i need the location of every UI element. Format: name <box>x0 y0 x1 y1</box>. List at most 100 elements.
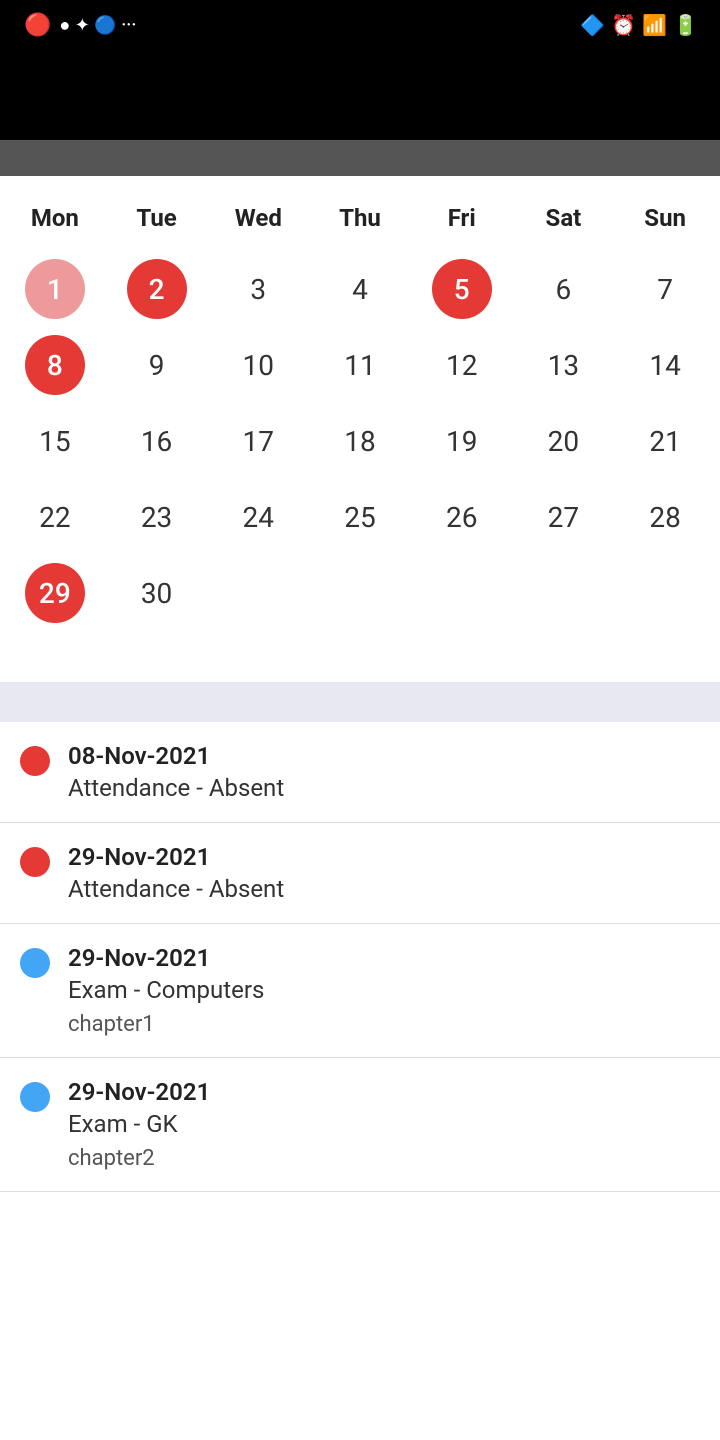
cal-day-empty <box>533 563 593 623</box>
cal-day-21[interactable]: 21 <box>635 411 695 471</box>
cal-cell <box>207 558 309 628</box>
event-date-0: 08-Nov-2021 <box>68 742 284 770</box>
event-dot-blue <box>20 948 50 978</box>
calendar-grid: 1234567891011121314151617181920212223242… <box>0 250 720 632</box>
event-title-1: Attendance - Absent <box>68 875 284 903</box>
cal-cell: 2 <box>106 254 208 324</box>
bluetooth-icon: 🔷 <box>580 13 605 37</box>
cal-day-14[interactable]: 14 <box>635 335 695 395</box>
cal-cell: 12 <box>411 330 513 400</box>
cal-day-empty <box>432 563 492 623</box>
cal-day-11[interactable]: 11 <box>330 335 390 395</box>
cal-day-22[interactable]: 22 <box>25 487 85 547</box>
cal-cell: 22 <box>4 482 106 552</box>
cal-day-23[interactable]: 23 <box>127 487 187 547</box>
cal-day-2[interactable]: 2 <box>127 259 187 319</box>
cal-day-empty <box>228 563 288 623</box>
cal-cell: 29 <box>4 558 106 628</box>
battery-icon: 🔋 <box>673 13 698 37</box>
status-left: 🔴 ● ✦ 🔵 ··· <box>16 13 137 38</box>
cal-cell: 9 <box>106 330 208 400</box>
cal-day-5[interactable]: 5 <box>432 259 492 319</box>
cal-cell: 27 <box>513 482 615 552</box>
day-headers-row: MonTueWedThuFriSatSun <box>0 186 720 250</box>
cal-day-27[interactable]: 27 <box>533 487 593 547</box>
cal-day-8[interactable]: 8 <box>25 335 85 395</box>
cal-cell: 30 <box>106 558 208 628</box>
month-header <box>0 140 720 176</box>
cal-day-4[interactable]: 4 <box>330 259 390 319</box>
cal-day-1[interactable]: 1 <box>25 259 85 319</box>
cal-cell: 16 <box>106 406 208 476</box>
event-title-2: Exam - Computers <box>68 976 264 1004</box>
day-header-sat: Sat <box>513 196 615 240</box>
cal-cell <box>513 558 615 628</box>
cal-day-20[interactable]: 20 <box>533 411 593 471</box>
events-list: 08-Nov-2021Attendance - Absent29-Nov-202… <box>0 722 720 1192</box>
cal-day-12[interactable]: 12 <box>432 335 492 395</box>
event-dot-blue <box>20 1082 50 1112</box>
cal-day-24[interactable]: 24 <box>228 487 288 547</box>
signal-bars: 📶 <box>642 13 667 37</box>
event-info-3: 29-Nov-2021Exam - GKchapter2 <box>68 1078 210 1171</box>
event-date-1: 29-Nov-2021 <box>68 843 284 871</box>
cal-day-29[interactable]: 29 <box>25 563 85 623</box>
cal-cell: 25 <box>309 482 411 552</box>
event-item-2[interactable]: 29-Nov-2021Exam - Computerschapter1 <box>0 924 720 1058</box>
calendar-container: MonTueWedThuFriSatSun 123456789101112131… <box>0 176 720 652</box>
events-date-header <box>0 682 720 722</box>
cal-cell: 10 <box>207 330 309 400</box>
cal-day-13[interactable]: 13 <box>533 335 593 395</box>
cal-day-16[interactable]: 16 <box>127 411 187 471</box>
cal-day-17[interactable]: 17 <box>228 411 288 471</box>
event-title-0: Attendance - Absent <box>68 774 284 802</box>
cal-cell: 23 <box>106 482 208 552</box>
cal-cell: 6 <box>513 254 615 324</box>
event-item-1[interactable]: 29-Nov-2021 Attendance - Absent <box>0 823 720 924</box>
cal-cell: 5 <box>411 254 513 324</box>
event-info-0: 08-Nov-2021 Attendance - Absent <box>68 742 284 802</box>
day-header-sun: Sun <box>614 196 716 240</box>
cal-day-26[interactable]: 26 <box>432 487 492 547</box>
event-dot-red <box>20 746 50 776</box>
cal-cell: 4 <box>309 254 411 324</box>
event-item-0[interactable]: 08-Nov-2021 Attendance - Absent <box>0 722 720 823</box>
day-header-thu: Thu <box>309 196 411 240</box>
cal-cell: 15 <box>4 406 106 476</box>
cal-day-10[interactable]: 10 <box>228 335 288 395</box>
cal-day-7[interactable]: 7 <box>635 259 695 319</box>
cal-day-25[interactable]: 25 <box>330 487 390 547</box>
cal-day-15[interactable]: 15 <box>25 411 85 471</box>
cal-day-empty <box>330 563 390 623</box>
cal-cell: 8 <box>4 330 106 400</box>
cal-cell <box>309 558 411 628</box>
event-subtitle-3: chapter2 <box>68 1146 210 1171</box>
event-subtitle-2: chapter1 <box>68 1012 264 1037</box>
cal-day-28[interactable]: 28 <box>635 487 695 547</box>
cal-day-19[interactable]: 19 <box>432 411 492 471</box>
signal-icons: ● ✦ 🔵 ··· <box>59 15 136 36</box>
cal-cell: 26 <box>411 482 513 552</box>
cal-day-9[interactable]: 9 <box>127 335 187 395</box>
cal-day-30[interactable]: 30 <box>127 563 187 623</box>
event-dot-red <box>20 847 50 877</box>
cal-cell <box>614 558 716 628</box>
cal-cell: 21 <box>614 406 716 476</box>
day-header-wed: Wed <box>207 196 309 240</box>
day-header-tue: Tue <box>106 196 208 240</box>
day-header-mon: Mon <box>4 196 106 240</box>
cal-cell: 7 <box>614 254 716 324</box>
alarm-icon: ⏰ <box>611 13 636 37</box>
cal-cell: 1 <box>4 254 106 324</box>
cal-day-18[interactable]: 18 <box>330 411 390 471</box>
cal-cell: 13 <box>513 330 615 400</box>
event-info-1: 29-Nov-2021 Attendance - Absent <box>68 843 284 903</box>
cal-cell: 20 <box>513 406 615 476</box>
carrier-icon: 🔴 <box>24 13 51 38</box>
cal-day-6[interactable]: 6 <box>533 259 593 319</box>
cal-cell: 28 <box>614 482 716 552</box>
cal-day-3[interactable]: 3 <box>228 259 288 319</box>
cal-cell: 24 <box>207 482 309 552</box>
day-header-fri: Fri <box>411 196 513 240</box>
event-item-3[interactable]: 29-Nov-2021Exam - GKchapter2 <box>0 1058 720 1192</box>
